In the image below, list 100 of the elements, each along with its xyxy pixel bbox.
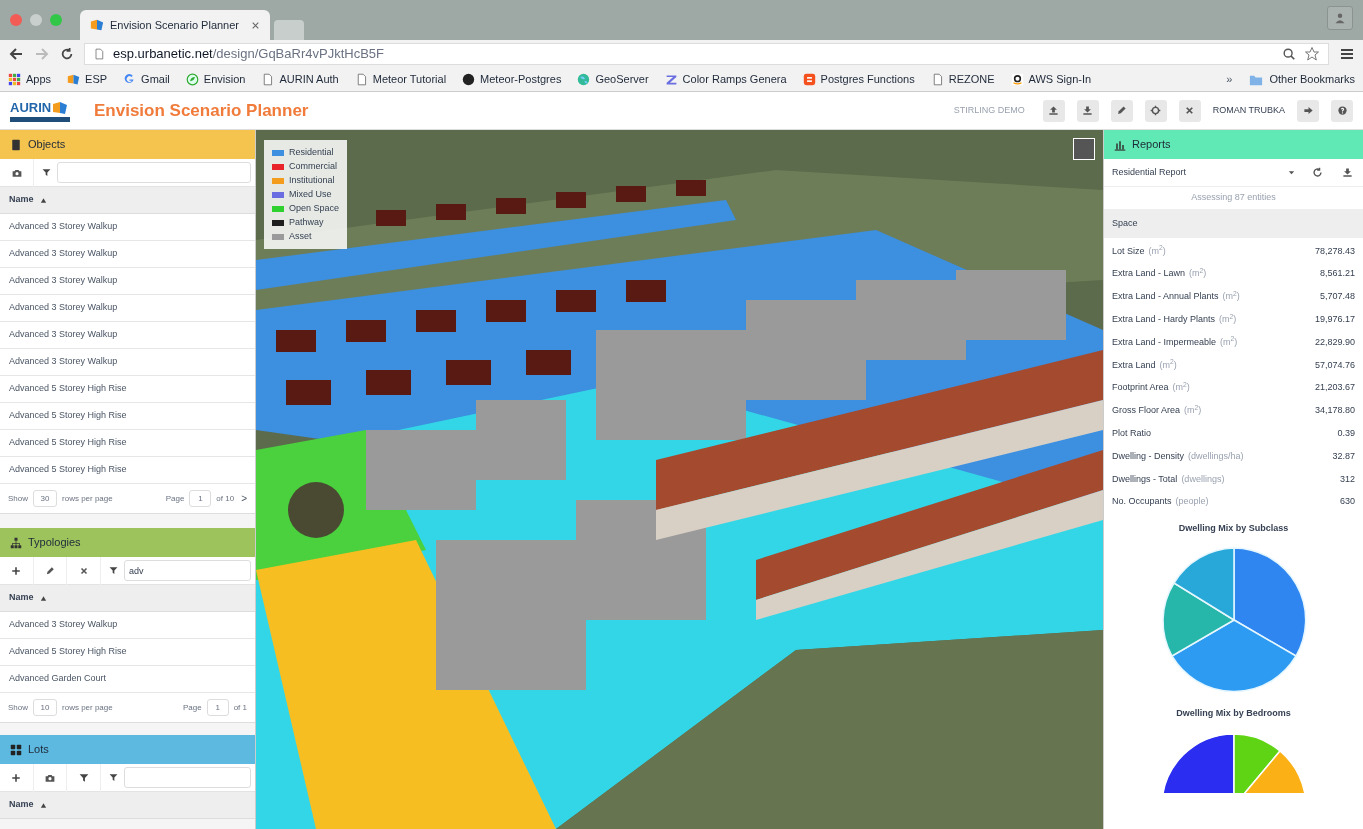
table-row[interactable]: Advanced 5 Storey High Rise: [0, 457, 255, 484]
page-icon: [93, 47, 105, 61]
chart-title: Dwelling Mix by Subclass: [1178, 521, 1289, 535]
flag-logo-icon: [90, 18, 104, 32]
filter-field[interactable]: [124, 767, 251, 788]
profile-button[interactable]: [1327, 6, 1353, 30]
camera-view-overlay[interactable]: [1073, 138, 1095, 160]
bookmark-link[interactable]: ESP: [67, 71, 108, 88]
panel-title: Reports: [1132, 137, 1171, 153]
caret-icon: [1288, 169, 1295, 176]
bookmark-link[interactable]: Gmail: [123, 71, 170, 88]
table-row[interactable]: Advanced 3 Storey Walkup: [0, 295, 255, 322]
bookmark-link[interactable]: AWS Sign-In: [1010, 71, 1092, 88]
bookmark-link[interactable]: Color Ramps Genera: [664, 71, 787, 88]
next-page-button[interactable]: >: [241, 491, 247, 506]
sign-out-icon: [1302, 105, 1314, 116]
bookmark-link[interactable]: GeoServer: [577, 71, 649, 88]
footer-label: rows per page: [62, 701, 113, 714]
back-icon[interactable]: [8, 46, 24, 62]
bookmark-link[interactable]: REZONE: [930, 71, 995, 88]
help-button[interactable]: [1331, 99, 1353, 122]
pencil-button[interactable]: [1110, 99, 1133, 122]
footer-label: Show: [8, 492, 28, 505]
download-icon: [1082, 105, 1094, 116]
page-size-field[interactable]: 10: [33, 699, 57, 716]
table-row[interactable]: Advanced 3 Storey Walkup: [0, 268, 255, 295]
crosshair-icon: [1150, 105, 1162, 116]
metric-value: 34,178.80: [1314, 404, 1355, 418]
metric-value: 630: [1339, 495, 1355, 509]
metric-label: No. Occupants: [1112, 495, 1172, 509]
column-header[interactable]: Name: [0, 187, 255, 214]
table-row[interactable]: Advanced 3 Storey Walkup: [0, 349, 255, 376]
panel-title: Typologies: [28, 535, 81, 551]
legend-label: Pathway: [289, 216, 324, 229]
metric-unit: (people): [1175, 495, 1209, 509]
grid-icon: [10, 743, 22, 756]
bookmark-link[interactable]: Postgres Functions: [802, 71, 915, 88]
upload-button[interactable]: [1042, 99, 1065, 122]
zoom-icon[interactable]: [1282, 47, 1296, 61]
address-bar[interactable]: esp.urbanetic.net/design/GqBaRr4vPJktHcB5F: [84, 43, 1329, 65]
sign-out-button[interactable]: [1297, 99, 1319, 122]
legend-label: Residential: [289, 146, 334, 159]
metric-unit: (m$^{2}$): [1159, 358, 1177, 372]
table-row[interactable]: Advanced 3 Storey Walkup: [0, 322, 255, 349]
star-icon[interactable]: [1304, 46, 1320, 62]
close-button[interactable]: [1178, 99, 1201, 122]
page-number-field[interactable]: 1: [206, 699, 229, 716]
other-bookmarks-link[interactable]: Other Bookmarks: [1248, 71, 1355, 88]
section-header: Space: [1104, 209, 1363, 238]
metric-value: 32.87: [1332, 449, 1355, 463]
flag-logo-icon: [52, 99, 69, 116]
apps-grid-icon: [8, 73, 21, 86]
footer-label: Page: [165, 492, 185, 505]
metric-unit: (m$^{2}$): [1220, 335, 1238, 349]
flag-logo-icon: [67, 73, 81, 86]
report-dropdown[interactable]: Residential Report: [1110, 165, 1297, 180]
column-header[interactable]: Name: [0, 585, 255, 612]
page-icon: [261, 73, 275, 86]
sort-up-icon: [39, 594, 47, 602]
close-icon[interactable]: [251, 20, 260, 30]
page-size-field[interactable]: 30: [33, 490, 57, 507]
metric-unit: (dwellings/ha): [1188, 449, 1244, 463]
column-header[interactable]: Name: [0, 792, 255, 819]
table-row[interactable]: Advanced 3 Storey Walkup: [0, 612, 255, 639]
page-number-field[interactable]: 1: [189, 490, 212, 507]
table-row[interactable]: Advanced 5 Storey High Rise: [0, 403, 255, 430]
entity-count: Assessing 87 entities: [1190, 191, 1277, 205]
bookmark-link[interactable]: Apps: [8, 71, 52, 88]
filter-field[interactable]: adv: [124, 560, 251, 581]
more-bookmarks-button[interactable]: »: [1226, 71, 1233, 88]
download-button[interactable]: [1076, 99, 1099, 122]
close-icon: [1184, 105, 1196, 116]
metric-unit: (m$^{2}$): [1189, 267, 1207, 281]
legend-label: Open Space: [289, 202, 340, 215]
bookmark-link[interactable]: Meteor Tutorial: [354, 71, 447, 88]
crosshair-button[interactable]: [1144, 99, 1167, 122]
metric-label: Gross Floor Area: [1112, 404, 1181, 418]
menu-icon[interactable]: [1339, 46, 1355, 62]
metric-unit: (m$^{2}$): [1219, 313, 1237, 327]
bookmark-link[interactable]: AURIN Auth: [261, 71, 339, 88]
app-title: Envision Scenario Planner: [94, 99, 309, 122]
download-icon: [1341, 167, 1353, 178]
bookmark-link[interactable]: Meteor-Postgres: [462, 71, 562, 88]
close-icon: [78, 565, 89, 576]
table-row[interactable]: Advanced 5 Storey High Rise: [0, 376, 255, 403]
table-row[interactable]: Advanced 5 Storey High Rise: [0, 430, 255, 457]
legend-label: Asset: [289, 230, 312, 243]
table-row[interactable]: Advanced 3 Storey Walkup: [0, 214, 255, 241]
filter-field[interactable]: [57, 162, 251, 183]
project-name: STIRLING DEMO: [953, 103, 1025, 117]
rounded-square-icon: [802, 73, 816, 86]
reload-icon[interactable]: [60, 47, 74, 61]
metric-unit: (m$^{2}$): [1172, 381, 1190, 395]
tab-title: Envision Scenario Planner: [110, 17, 241, 33]
table-row[interactable]: Advanced 5 Storey High Rise: [0, 639, 255, 666]
table-row[interactable]: Advanced Garden Court: [0, 666, 255, 693]
bookmark-link[interactable]: Envision: [185, 71, 246, 88]
table-row[interactable]: Advanced 3 Storey Walkup: [0, 241, 255, 268]
browser-tab[interactable]: Envision Scenario Planner: [80, 10, 270, 40]
metric-value: 22,829.90: [1314, 335, 1355, 349]
